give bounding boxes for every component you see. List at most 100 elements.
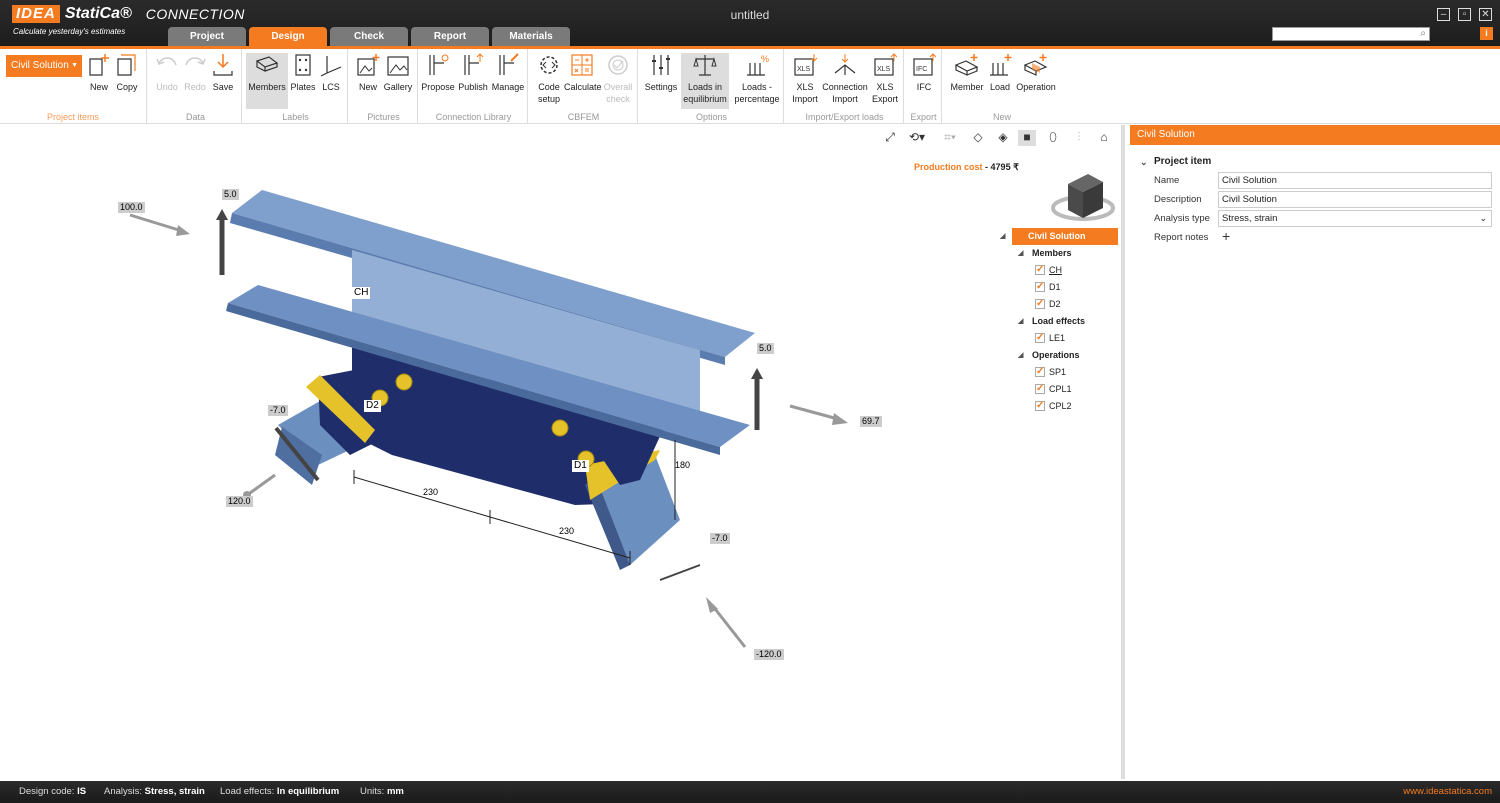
xls-export-icon: XLS: [874, 53, 897, 76]
settings-button[interactable]: Settings: [642, 53, 680, 109]
new-button[interactable]: New: [86, 53, 112, 109]
lcs-label: LCS: [322, 82, 340, 92]
svg-text:%: %: [761, 54, 769, 64]
checkbox-icon[interactable]: ✓: [1035, 333, 1045, 343]
gallery-button[interactable]: Gallery: [382, 53, 414, 109]
tab-project[interactable]: Project: [168, 27, 246, 46]
calculate-button[interactable]: Calculate: [564, 53, 602, 109]
3d-viewport[interactable]: ⤢ ⟲▾ ⌗▾ ◇ ◈ ■ ⬯ ⫶ ⌂ Production cost - 47…: [0, 125, 1125, 779]
member-label-ch[interactable]: CH: [352, 287, 371, 299]
balance-icon: [693, 55, 717, 76]
ifc-button[interactable]: IFC IFC: [910, 53, 938, 109]
xls-import-button[interactable]: XLS XLS Import: [788, 53, 822, 109]
search-input[interactable]: ⌕: [1272, 27, 1430, 41]
tree-item-le1[interactable]: ✓ LE1: [1000, 330, 1118, 347]
load-label: 100.0: [118, 202, 145, 213]
minimize-icon[interactable]: –: [1437, 8, 1450, 21]
analysis-type-label: Analysis type: [1154, 213, 1210, 224]
save-label: Save: [212, 82, 234, 92]
tab-report[interactable]: Report: [411, 27, 489, 46]
tree-category-label: Members: [1032, 248, 1072, 258]
redo-button[interactable]: Redo: [182, 53, 208, 109]
picture-new-button[interactable]: New: [354, 53, 382, 109]
checkbox-icon[interactable]: ✓: [1035, 384, 1045, 394]
tree-item-label: CPL1: [1049, 384, 1072, 394]
member-label-d1[interactable]: D1: [572, 460, 589, 472]
checkbox-icon[interactable]: ✓: [1035, 282, 1045, 292]
analysis-type-value: Stress, strain: [1222, 213, 1278, 224]
checkbox-icon[interactable]: ✓: [1035, 299, 1045, 309]
manage-button[interactable]: Manage: [490, 53, 526, 109]
properties-section[interactable]: ⌄ Project item: [1130, 153, 1500, 171]
tab-design[interactable]: Design: [249, 27, 327, 46]
collapse-icon[interactable]: ◢: [1018, 245, 1023, 262]
xls-export-button[interactable]: XLS XLS Export: [868, 53, 902, 109]
tree-item-sp1[interactable]: ✓ SP1: [1000, 364, 1118, 381]
status-value: mm: [386, 786, 404, 797]
ifc-export-icon: IFC: [913, 53, 936, 76]
loads-percentage-button[interactable]: % Loads - percentage: [732, 53, 782, 109]
project-item-select[interactable]: Civil Solution ▼: [6, 55, 82, 77]
connection-model[interactable]: [0, 125, 1120, 779]
collapse-icon[interactable]: ◢: [1018, 347, 1023, 364]
picture-add-icon: [357, 54, 380, 76]
website-link[interactable]: www.ideastatica.com: [1403, 781, 1492, 803]
status-design-code: Design code: IS: [19, 781, 86, 803]
name-field[interactable]: Civil Solution: [1218, 172, 1492, 189]
info-icon[interactable]: i: [1480, 27, 1493, 40]
members-label-button[interactable]: Members: [246, 53, 288, 109]
code-setup-button[interactable]: Code setup: [534, 53, 564, 109]
new-load-button[interactable]: Load: [988, 53, 1012, 109]
checkbox-icon[interactable]: ✓: [1035, 367, 1045, 377]
loads-equilibrium-button[interactable]: Loads in equilibrium: [681, 53, 729, 109]
collapse-icon[interactable]: ◢: [1018, 313, 1023, 330]
new-member-button[interactable]: Member: [946, 53, 988, 109]
report-notes-label: Report notes: [1154, 232, 1209, 243]
tab-materials[interactable]: Materials: [492, 27, 570, 46]
main-tabs: Project Design Check Report Materials: [168, 27, 570, 46]
tree-item-ch[interactable]: ✓ CH: [1000, 262, 1118, 279]
tree-item-cpl1[interactable]: ✓ CPL1: [1000, 381, 1118, 398]
copy-button[interactable]: Copy: [114, 53, 140, 109]
tree-item-cpl2[interactable]: ✓ CPL2: [1000, 398, 1118, 415]
publish-button[interactable]: Publish: [456, 53, 490, 109]
add-note-icon[interactable]: +: [1222, 228, 1230, 244]
lcs-button[interactable]: LCS: [318, 53, 344, 109]
tab-check[interactable]: Check: [330, 27, 408, 46]
plates-label-button[interactable]: Plates: [290, 53, 316, 109]
new-load-label: Load: [989, 82, 1011, 92]
tree-item-d2[interactable]: ✓ D2: [1000, 296, 1118, 313]
xls-export-label: XLS Export: [871, 82, 898, 104]
save-button[interactable]: Save: [210, 53, 236, 109]
close-icon[interactable]: ✕: [1479, 8, 1492, 21]
group-label-import-export: Import/Export loads: [805, 112, 884, 122]
member-label-d2[interactable]: D2: [364, 400, 381, 412]
tree-root[interactable]: ◢ Civil Solution: [1000, 228, 1118, 245]
xls-import-label: XLS Import: [792, 82, 818, 104]
chevron-down-icon[interactable]: ⌄: [1140, 153, 1148, 171]
tree-category-load-effects[interactable]: ◢ Load effects: [1000, 313, 1118, 330]
new-document-icon: [89, 54, 109, 76]
title-bar: IDEA StatiCa® CONNECTION Calculate yeste…: [0, 0, 1500, 46]
plates-label: Plates: [290, 82, 316, 92]
connection-import-button[interactable]: Connection Import: [822, 53, 868, 109]
undo-icon: [156, 57, 177, 66]
description-field[interactable]: Civil Solution: [1218, 191, 1492, 208]
new-operation-button[interactable]: Operation: [1014, 53, 1058, 109]
analysis-type-select[interactable]: Stress, strain ⌄: [1218, 210, 1492, 227]
tree-category-members[interactable]: ◢ Members: [1000, 245, 1118, 262]
undo-button[interactable]: Undo: [154, 53, 180, 109]
tree-item-d1[interactable]: ✓ D1: [1000, 279, 1118, 296]
group-label-labels: Labels: [282, 112, 309, 122]
chevron-down-icon: ▼: [71, 62, 78, 69]
checkbox-icon[interactable]: ✓: [1035, 265, 1045, 275]
overall-check-button[interactable]: Overall check: [602, 53, 634, 109]
checkbox-icon[interactable]: ✓: [1035, 401, 1045, 411]
collapse-icon[interactable]: ◢: [1000, 228, 1005, 245]
search-icon[interactable]: ⌕: [1420, 28, 1426, 39]
tree-category-operations[interactable]: ◢ Operations: [1000, 347, 1118, 364]
maximize-icon[interactable]: ▫: [1458, 8, 1471, 21]
load-label: -7.0: [710, 533, 730, 544]
target-icon: [608, 55, 628, 75]
propose-button[interactable]: Propose: [420, 53, 456, 109]
